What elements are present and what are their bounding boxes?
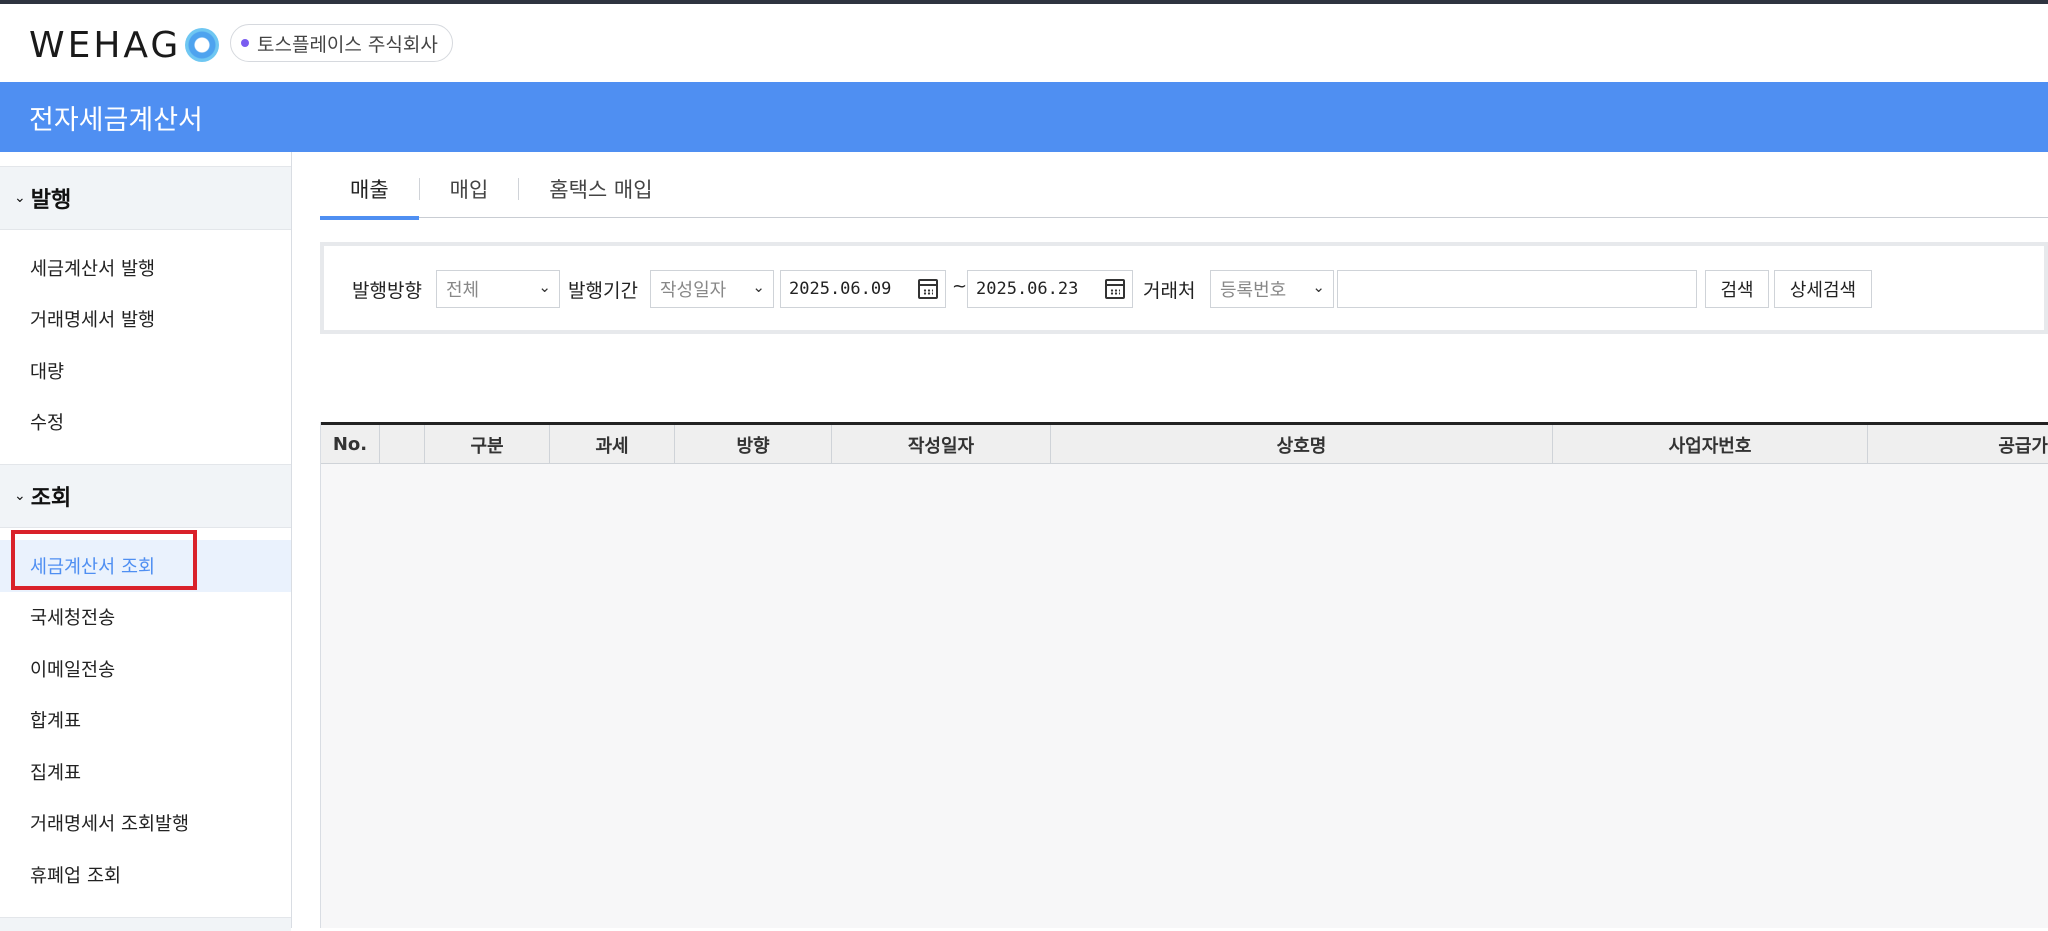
sidebar-section-label: 발행	[30, 188, 72, 213]
module-banner: 전자세금계산서	[0, 82, 2048, 152]
chevron-down-icon: ⌄	[752, 278, 765, 296]
partner-type-select[interactable]: 등록번호 ⌄	[1210, 270, 1334, 308]
period-label: 발행기간	[568, 280, 638, 302]
col-supply-amount: 공급가	[1868, 425, 2048, 464]
direction-label: 발행방향	[352, 280, 422, 302]
tab-bar: 매출 매입 홈택스 매입	[320, 172, 2048, 220]
sidebar-item-modify[interactable]: 수정	[0, 397, 291, 449]
sidebar-item-nts-transmission[interactable]: 국세청전송	[0, 592, 291, 644]
sidebar-item-statement-issue[interactable]: 거래명세서 발행	[0, 294, 291, 346]
col-direction: 방향	[675, 425, 832, 464]
sidebar-item-aggregate-table[interactable]: 집계표	[0, 746, 291, 798]
chevron-down-icon: ⌄	[538, 278, 551, 296]
date-range-separator: ~	[952, 276, 968, 297]
col-date: 작성일자	[832, 425, 1051, 464]
sidebar-item-tax-invoice-issue[interactable]: 세금계산서 발행	[0, 242, 291, 294]
date-from-input[interactable]: 2025.06.09	[780, 270, 946, 308]
calendar-icon[interactable]	[918, 279, 938, 299]
chevron-down-icon: ⌄	[14, 190, 26, 206]
period-type-value: 작성일자	[660, 280, 727, 301]
col-business-number: 사업자번호	[1553, 425, 1868, 464]
period-type-select[interactable]: 작성일자 ⌄	[650, 270, 774, 308]
sidebar-list-inquiry: 세금계산서 조회 국세청전송 이메일전송 합계표 집계표 거래명세서 조회발행 …	[0, 528, 291, 917]
sidebar-section-issue[interactable]: ⌄ 발행	[0, 166, 291, 230]
calendar-icon[interactable]	[1105, 279, 1125, 299]
sidebar-item-tax-invoice-inquiry[interactable]: 세금계산서 조회	[0, 530, 291, 592]
highlight-box	[11, 530, 197, 590]
chevron-down-icon: ⌄	[1312, 278, 1325, 296]
date-to-value: 2025.06.23	[976, 279, 1079, 299]
col-company: 상호명	[1051, 425, 1553, 464]
sidebar-next-section	[0, 916, 291, 931]
page-title: 전자세금계산서	[29, 105, 203, 136]
search-filter-bar: 발행방향 전체 ⌄ 발행기간 작성일자 ⌄ 2025.06.09 ~ 2025.…	[320, 242, 2048, 334]
date-to-input[interactable]: 2025.06.23	[967, 270, 1133, 308]
sidebar-item-closure-inquiry[interactable]: 휴폐업 조회	[0, 849, 291, 901]
wehago-logo[interactable]: WEHAG	[29, 24, 220, 66]
col-taxation: 과세	[550, 425, 675, 464]
chevron-down-icon: ⌄	[14, 488, 26, 504]
main-content: 매출 매입 홈택스 매입 발행방향 전체 ⌄ 발행기간 작성일자 ⌄ 2025.…	[292, 152, 2048, 928]
app-header: WEHAG 토스플레이스 주식회사	[0, 4, 2048, 82]
sidebar-list-issue: 세금계산서 발행 거래명세서 발행 대량 수정	[0, 230, 291, 464]
status-dot-icon	[241, 39, 249, 47]
search-button[interactable]: 검색	[1705, 270, 1769, 308]
partner-label: 거래처	[1143, 280, 1196, 302]
table-header: No. 구분 과세 방향 작성일자 상호명 사업자번호 공급가	[321, 422, 2048, 464]
direction-select[interactable]: 전체 ⌄	[436, 270, 560, 308]
sidebar-item-email-transmission[interactable]: 이메일전송	[0, 643, 291, 695]
invoice-table: No. 구분 과세 방향 작성일자 상호명 사업자번호 공급가	[320, 422, 2048, 928]
sidebar: ⌄ 발행 세금계산서 발행 거래명세서 발행 대량 수정 ⌄ 조회 세금계산서 …	[0, 152, 292, 931]
logo-circle-icon	[185, 28, 220, 62]
direction-value: 전체	[446, 280, 480, 301]
tab-sales[interactable]: 매출	[320, 172, 419, 220]
col-type: 구분	[425, 425, 550, 464]
tab-purchase[interactable]: 매입	[420, 172, 519, 218]
col-checkbox[interactable]	[380, 425, 425, 464]
sidebar-item-summary-table[interactable]: 합계표	[0, 695, 291, 747]
company-selector[interactable]: 토스플레이스 주식회사	[230, 24, 453, 62]
company-name: 토스플레이스 주식회사	[257, 33, 438, 56]
col-no: No.	[321, 425, 380, 464]
sidebar-section-inquiry[interactable]: ⌄ 조회	[0, 464, 291, 528]
detail-search-button[interactable]: 상세검색	[1774, 270, 1872, 308]
sidebar-item-statement-inquiry[interactable]: 거래명세서 조회발행	[0, 798, 291, 850]
logo-text: WEHAG	[29, 24, 182, 66]
tab-hometax-purchase[interactable]: 홈택스 매입	[519, 172, 682, 218]
date-from-value: 2025.06.09	[789, 279, 892, 299]
partner-search-input[interactable]	[1337, 270, 1697, 308]
sidebar-section-label: 조회	[30, 486, 72, 511]
sidebar-item-bulk[interactable]: 대량	[0, 345, 291, 397]
partner-type-value: 등록번호	[1220, 280, 1287, 301]
